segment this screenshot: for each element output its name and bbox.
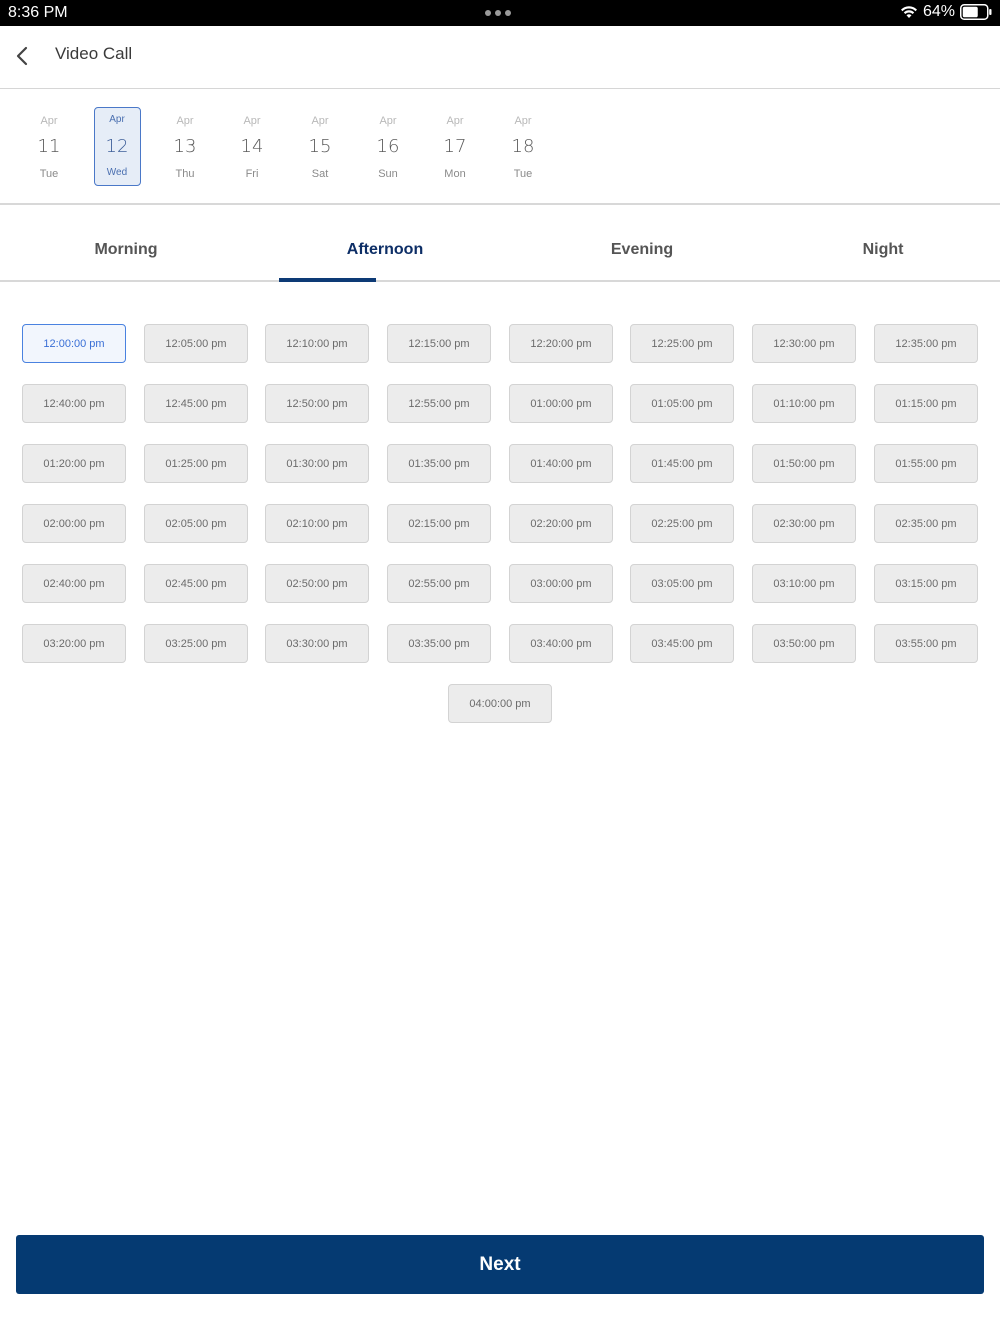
time-slot-button[interactable]: 01:35:00 pm [387, 444, 491, 483]
time-slot-button[interactable]: 12:45:00 pm [144, 384, 248, 423]
time-slot-button[interactable]: 03:25:00 pm [144, 624, 248, 663]
date-day: 17 [443, 136, 467, 157]
date-weekday: Mon [444, 168, 466, 180]
tab-morning[interactable]: Morning [66, 241, 186, 259]
date-day: 12 [105, 136, 129, 157]
date-weekday: Thu [175, 168, 195, 180]
time-of-day-tabs: Morning Afternoon Evening Night [0, 207, 1000, 282]
time-slot-button[interactable]: 03:05:00 pm [630, 564, 734, 603]
date-day: 15 [308, 136, 332, 157]
time-slot-button[interactable]: 12:40:00 pm [22, 384, 126, 423]
time-slot-button[interactable]: 01:15:00 pm [874, 384, 978, 423]
date-month: Apr [40, 115, 58, 127]
time-slot-button[interactable]: 03:00:00 pm [509, 564, 613, 603]
time-slot-button[interactable]: 12:10:00 pm [265, 324, 369, 363]
date-weekday: Fri [245, 168, 259, 180]
app-header: Video Call [0, 26, 1000, 89]
time-slot-button[interactable]: 01:00:00 pm [509, 384, 613, 423]
time-slot-button[interactable]: 01:40:00 pm [509, 444, 613, 483]
time-slot-button[interactable]: 03:35:00 pm [387, 624, 491, 663]
time-slot-button[interactable]: 02:15:00 pm [387, 504, 491, 543]
date-weekday: Wed [106, 167, 128, 178]
time-slot-button[interactable]: 02:35:00 pm [874, 504, 978, 543]
date-weekday: Sat [311, 168, 329, 180]
tab-evening[interactable]: Evening [582, 241, 702, 259]
time-slot-button[interactable]: 01:25:00 pm [144, 444, 248, 483]
date-item-11[interactable]: Apr 11 Tue [26, 107, 73, 186]
time-slot-button[interactable]: 01:30:00 pm [265, 444, 369, 483]
time-slot-button[interactable]: 02:20:00 pm [509, 504, 613, 543]
time-slot-button[interactable]: 01:45:00 pm [630, 444, 734, 483]
next-button[interactable]: Next [16, 1235, 984, 1294]
date-item-15[interactable]: Apr 15 Sat [297, 107, 344, 186]
date-item-13[interactable]: Apr 13 Thu [162, 107, 209, 186]
date-weekday: Tue [39, 168, 59, 180]
date-month: Apr [243, 115, 261, 127]
time-slot-button[interactable]: 03:55:00 pm [874, 624, 978, 663]
date-item-12[interactable]: Apr 12 Wed [93, 107, 141, 186]
time-slot-button[interactable]: 03:15:00 pm [874, 564, 978, 603]
battery-icon [960, 4, 992, 20]
date-day: 11 [37, 136, 61, 157]
date-item-17[interactable]: Apr 17 Mon [432, 107, 479, 186]
date-month: Apr [446, 115, 464, 127]
time-slot-button[interactable]: 03:20:00 pm [22, 624, 126, 663]
time-slot-button[interactable]: 12:20:00 pm [509, 324, 613, 363]
date-month: Apr [514, 115, 532, 127]
status-bar: 8:36 PM 64% [0, 0, 1000, 26]
time-slot-button[interactable]: 12:35:00 pm [874, 324, 978, 363]
battery-percent: 64% [922, 3, 955, 20]
time-slot-button[interactable]: 01:10:00 pm [752, 384, 856, 423]
date-day: 14 [240, 136, 264, 157]
date-item-18[interactable]: Apr 18 Tue [500, 107, 547, 186]
date-picker-strip: Apr 11 Tue Apr 12 Wed Apr 13 Thu Apr 14 Fri Apr 15 Sat… [0, 90, 1000, 205]
date-day: 13 [173, 136, 197, 157]
status-time: 8:36 PM [8, 4, 68, 21]
time-slot-button[interactable]: 03:50:00 pm [752, 624, 856, 663]
time-slot-button[interactable]: 04:00:00 pm [448, 684, 552, 723]
date-weekday: Sun [378, 168, 398, 180]
time-slot-button[interactable]: 02:40:00 pm [22, 564, 126, 603]
time-slot-button[interactable]: 12:30:00 pm [752, 324, 856, 363]
date-month: Apr [109, 114, 125, 125]
date-day: 18 [511, 136, 535, 157]
back-chevron-icon[interactable] [12, 44, 32, 68]
date-weekday: Tue [513, 168, 533, 180]
time-slot-button[interactable]: 01:20:00 pm [22, 444, 126, 483]
time-slot-button[interactable]: 03:10:00 pm [752, 564, 856, 603]
time-slot-button[interactable]: 12:55:00 pm [387, 384, 491, 423]
time-slot-button[interactable]: 01:50:00 pm [752, 444, 856, 483]
date-month: Apr [311, 115, 329, 127]
time-slot-button[interactable]: 03:40:00 pm [509, 624, 613, 663]
time-slot-button[interactable]: 02:00:00 pm [22, 504, 126, 543]
time-slot-button[interactable]: 01:05:00 pm [630, 384, 734, 423]
time-slot-button[interactable]: 03:45:00 pm [630, 624, 734, 663]
tab-afternoon[interactable]: Afternoon [325, 241, 445, 259]
time-slot-button[interactable]: 12:05:00 pm [144, 324, 248, 363]
time-slot-button[interactable]: 02:45:00 pm [144, 564, 248, 603]
date-day: 16 [376, 136, 400, 157]
time-slot-button[interactable]: 03:30:00 pm [265, 624, 369, 663]
time-slot-button[interactable]: 12:00:00 pm [22, 324, 126, 363]
time-slot-button[interactable]: 02:55:00 pm [387, 564, 491, 603]
date-month: Apr [176, 115, 194, 127]
date-item-16[interactable]: Apr 16 Sun [365, 107, 412, 186]
status-indicators: 64% [900, 3, 992, 21]
time-slot-button[interactable]: 02:50:00 pm [265, 564, 369, 603]
time-slot-button[interactable]: 12:25:00 pm [630, 324, 734, 363]
time-slot-button[interactable]: 02:10:00 pm [265, 504, 369, 543]
time-slot-button[interactable]: 02:05:00 pm [144, 504, 248, 543]
time-slot-button[interactable]: 12:15:00 pm [387, 324, 491, 363]
date-item-14[interactable]: Apr 14 Fri [229, 107, 276, 186]
time-slot-button[interactable]: 01:55:00 pm [874, 444, 978, 483]
time-slot-button[interactable]: 12:50:00 pm [265, 384, 369, 423]
date-month: Apr [379, 115, 397, 127]
tab-night[interactable]: Night [823, 241, 943, 259]
time-slot-button[interactable]: 02:30:00 pm [752, 504, 856, 543]
page-title: Video Call [55, 44, 133, 63]
active-tab-indicator [279, 278, 376, 282]
time-slot-button[interactable]: 02:25:00 pm [630, 504, 734, 543]
wifi-icon [900, 6, 917, 18]
multitasking-dots-icon [485, 10, 511, 16]
